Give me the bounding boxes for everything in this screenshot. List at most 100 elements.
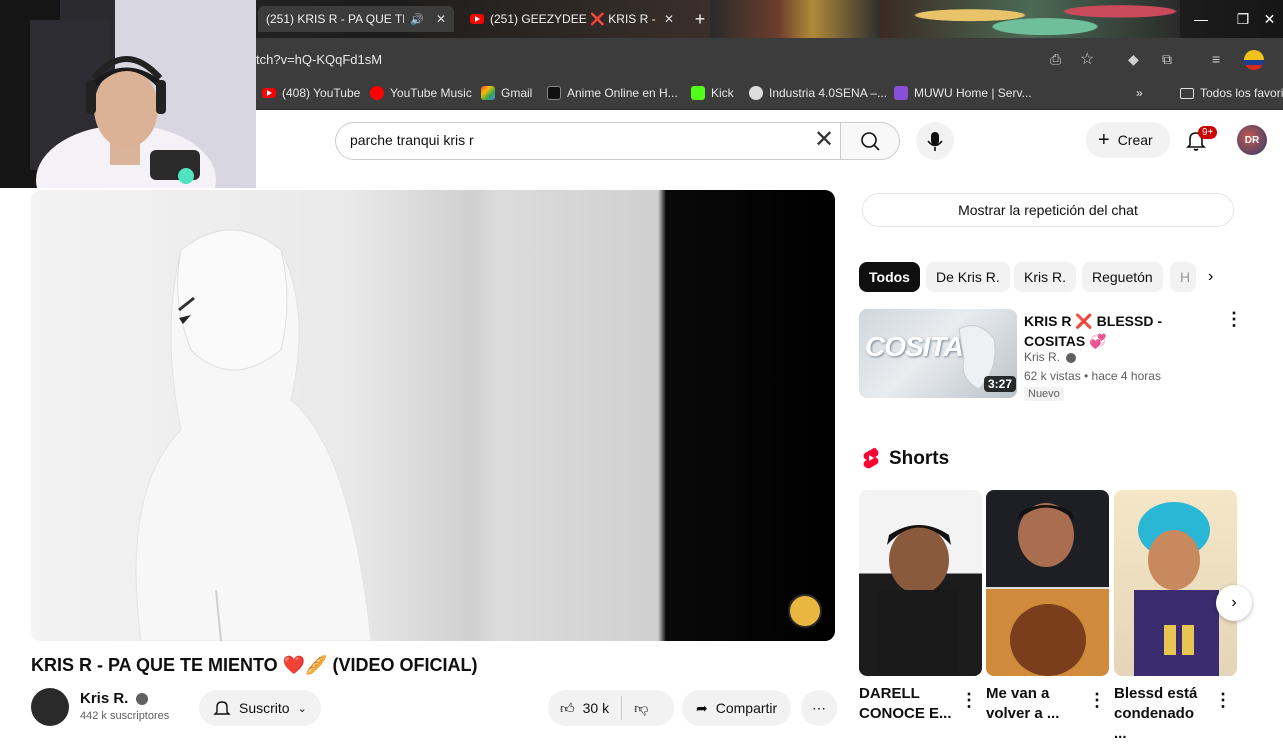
recommended-meta: 62 k vistas • hace 4 horas xyxy=(1024,369,1161,383)
tab-title: (251) KRIS R - PA QUE TE M xyxy=(266,12,404,26)
more-vert-icon[interactable]: ⋮ xyxy=(1088,690,1106,711)
chip-all[interactable]: Todos xyxy=(859,262,920,292)
more-actions-button[interactable]: ⋯ xyxy=(801,690,837,726)
new-tab-button[interactable]: + xyxy=(688,6,712,32)
recommended-channel-text: Kris R. xyxy=(1024,350,1060,364)
bookmark-label: (408) YouTube xyxy=(282,86,361,100)
extension-icon[interactable]: ◆ xyxy=(1128,51,1139,68)
tab-kris-r-video[interactable]: (251) KRIS R - PA QUE TE M 🔊 ✕ xyxy=(258,6,454,32)
close-window-icon[interactable]: ✕ xyxy=(1256,0,1283,38)
folder-icon xyxy=(1180,87,1194,99)
recommended-channel[interactable]: Kris R. xyxy=(1024,350,1077,364)
short-thumbnail-2[interactable] xyxy=(986,490,1109,676)
bell-icon xyxy=(213,701,231,715)
bookmark-label: Kick xyxy=(711,86,734,100)
bookmark-label: Industria 4.0SENA –... xyxy=(769,86,888,100)
chevron-right-icon: › xyxy=(1231,594,1237,611)
short-title-3[interactable]: Blessd está condenado ... xyxy=(1114,684,1209,744)
video-duration: 3:27 xyxy=(984,376,1017,392)
bookmark-star-icon[interactable]: ☆ xyxy=(1080,49,1094,69)
kick-icon xyxy=(691,86,705,100)
tab-bar-artwork xyxy=(710,0,880,38)
video-player[interactable] xyxy=(31,190,835,641)
channel-name[interactable]: Kris R. xyxy=(80,690,148,707)
new-badge: Nuevo xyxy=(1024,387,1064,401)
chip-regueton[interactable]: Reguetón xyxy=(1082,262,1163,292)
close-tab-icon[interactable]: ✕ xyxy=(664,12,674,26)
share-button[interactable]: ➦ Compartir xyxy=(682,690,792,726)
show-chat-replay-button[interactable]: Mostrar la repetición del chat xyxy=(862,193,1234,227)
short-image-3 xyxy=(1134,502,1219,676)
like-dislike-group: 👍︎ 30 k 👎︎ xyxy=(548,690,674,726)
more-vert-icon[interactable]: ⋮ xyxy=(1225,309,1243,330)
short-title-1[interactable]: DARELL CONOCE E... xyxy=(859,684,954,724)
subscribed-button[interactable]: Suscrito ⌄ xyxy=(199,690,321,726)
url-text[interactable]: tch?v=hQ-KQqFd1sM xyxy=(256,52,382,67)
shorts-heading: Shorts xyxy=(889,448,950,469)
video-frame-image xyxy=(135,229,822,641)
subscribed-label: Suscrito xyxy=(239,700,290,716)
webcam-overlay xyxy=(0,0,256,188)
shorts-next-button[interactable]: › xyxy=(1216,585,1252,621)
more-horizontal-icon: ⋯ xyxy=(812,699,826,716)
tab-bar-artwork-right xyxy=(880,0,1180,38)
youtube-music-icon xyxy=(370,86,384,100)
youtube-favicon-icon xyxy=(470,14,484,24)
minimize-icon[interactable]: — xyxy=(1180,0,1222,38)
close-tab-icon[interactable]: ✕ xyxy=(436,12,446,26)
recommended-title[interactable]: KRIS R ❌ BLESSD - COSITAS 💞 xyxy=(1024,311,1214,351)
media-queue-icon[interactable]: ≡ xyxy=(1212,51,1220,67)
bookmark-label: Todos los favorit xyxy=(1200,86,1283,100)
install-app-icon[interactable]: ⎙ xyxy=(1050,51,1061,68)
bookmark-label: Anime Online en H... xyxy=(567,86,678,100)
extensions-puzzle-icon[interactable]: ⧉ xyxy=(1162,51,1172,68)
create-button[interactable]: + Crear xyxy=(1086,122,1170,158)
more-vert-icon[interactable]: ⋮ xyxy=(1214,690,1232,711)
streamer-image xyxy=(0,0,216,188)
plus-icon: + xyxy=(1098,129,1110,151)
like-count: 30 k xyxy=(582,700,610,716)
bookmark-youtube[interactable]: (408) YouTube xyxy=(262,86,360,100)
share-label: Compartir xyxy=(715,700,778,716)
shorts-logo-icon xyxy=(862,447,880,474)
voice-search-button[interactable] xyxy=(916,122,954,160)
short-thumbnail-1[interactable] xyxy=(859,490,982,676)
chevron-down-icon: ⌄ xyxy=(297,702,307,715)
notifications-badge: 9+ xyxy=(1198,126,1218,139)
search-icon xyxy=(861,132,880,151)
verified-icon xyxy=(135,693,148,706)
more-bookmarks-button[interactable]: » xyxy=(1136,86,1143,100)
short-thumbnail-3[interactable] xyxy=(1114,490,1237,676)
clear-search-icon[interactable]: ✕ xyxy=(814,128,834,152)
bookmark-label: YouTube Music xyxy=(390,86,472,100)
chip-from-kris-r[interactable]: De Kris R. xyxy=(926,262,1010,292)
channel-name-text: Kris R. xyxy=(80,690,129,707)
chips-next-icon[interactable]: › xyxy=(1208,268,1213,286)
tab-title: (251) GEEZYDEE ❌ KRIS R - PA xyxy=(490,12,658,26)
more-vert-icon[interactable]: ⋮ xyxy=(960,690,978,711)
like-button[interactable]: 👍︎ 30 k xyxy=(548,696,623,720)
short-image-2 xyxy=(986,490,1109,676)
speaker-icon[interactable]: 🔊 xyxy=(410,13,424,26)
video-title: KRIS R - PA QUE TE MIENTO ❤️🥖 (VIDEO OFI… xyxy=(31,655,478,675)
tab-geezydee[interactable]: (251) GEEZYDEE ❌ KRIS R - PA ✕ xyxy=(462,6,682,32)
account-avatar[interactable]: DR xyxy=(1237,125,1267,155)
bookmark-industria[interactable]: Industria 4.0SENA –... xyxy=(749,86,887,100)
bookmark-kick[interactable]: Kick xyxy=(691,86,734,100)
all-bookmarks-folder[interactable]: Todos los favorit xyxy=(1180,86,1283,100)
chip-kris-r[interactable]: Kris R. xyxy=(1014,262,1076,292)
bookmark-gmail[interactable]: Gmail xyxy=(481,86,532,100)
chip-partial[interactable]: H xyxy=(1170,262,1196,292)
search-input[interactable]: parche tranqui kris r xyxy=(350,132,474,148)
bookmark-label: MUWU Home | Serv... xyxy=(914,86,1032,100)
profile-flag-icon[interactable] xyxy=(1244,50,1264,70)
bookmark-muwu[interactable]: MUWU Home | Serv... xyxy=(894,86,1032,100)
bookmark-anime[interactable]: Anime Online en H... xyxy=(547,86,678,100)
bookmark-youtube-music[interactable]: YouTube Music xyxy=(370,86,472,100)
short-title-2[interactable]: Me van a volver a ... xyxy=(986,684,1081,724)
microphone-icon xyxy=(927,132,943,151)
channel-avatar[interactable] xyxy=(31,688,69,726)
youtube-icon xyxy=(262,88,276,98)
dislike-button[interactable]: 👎︎ xyxy=(622,700,660,717)
search-button[interactable] xyxy=(840,122,900,160)
